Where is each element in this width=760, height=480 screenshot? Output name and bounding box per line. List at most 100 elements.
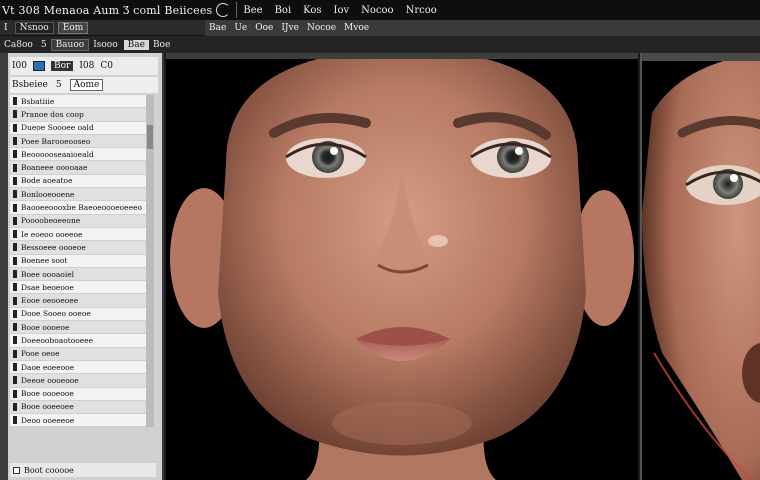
toolbar-button[interactable]: Bae [205, 23, 230, 33]
toolbar2-item[interactable]: Bae [123, 39, 149, 50]
list-item[interactable]: Boee oooaoiel [10, 267, 146, 282]
viewport-header [642, 53, 760, 61]
node-icon [13, 243, 17, 252]
toolbar2-item[interactable]: Bauoo [50, 38, 90, 51]
list-item[interactable]: Booe ooeeoee [10, 400, 146, 415]
secondary-viewport[interactable] [640, 53, 760, 480]
viewport-header [166, 53, 638, 59]
node-icon [13, 190, 17, 199]
toolbar2-item[interactable]: Boe [149, 40, 174, 50]
menu-item[interactable]: Boi [275, 5, 292, 16]
panel-header-item[interactable]: C0 [100, 61, 113, 71]
list-item[interactable]: Pranoe dos coop [10, 108, 146, 122]
footer-checkbox[interactable] [13, 466, 20, 474]
list-item-label: Booe ooeeoee [21, 402, 74, 412]
list-item[interactable]: Poooobeoeeone [10, 214, 146, 228]
divider [236, 2, 238, 18]
list-item-label: Pranoe dos coop [21, 109, 84, 119]
panel-header-item[interactable]: I08 [79, 61, 94, 71]
toolbar2-item[interactable]: 5 [37, 40, 51, 50]
node-icon [13, 176, 17, 185]
list-item-label: Ie eoeoo ooeeoe [21, 229, 83, 239]
toolbar-button[interactable]: IJve [277, 23, 303, 33]
node-icon [13, 137, 17, 146]
list-item[interactable]: Eooe oeooeoee [10, 294, 146, 308]
panel-header: I00 Bor I08 C0 [10, 57, 158, 75]
list-item[interactable]: Deeoe oooeooe [10, 374, 146, 388]
list-item[interactable]: Booe oooeoe [10, 321, 146, 335]
panel-filter-field[interactable]: Aome [69, 79, 104, 91]
list-item-label: Boaneee ooooaae [21, 163, 88, 173]
list-item-label: Deeoe oooeooe [21, 375, 79, 385]
list-item[interactable]: Ie eoeoo ooeeoe [10, 228, 146, 242]
title-bar: Vt 308 Menaoa Aum Ʒ coml Beiicees Bee Bo… [0, 0, 760, 20]
list-item[interactable]: Bonlooeooene [10, 188, 146, 202]
list-item[interactable]: Booe oooeooe [10, 388, 146, 401]
menu-item[interactable]: Kos [303, 5, 321, 16]
toolbar2-item[interactable]: Isooo [89, 40, 121, 50]
node-icon [13, 110, 17, 119]
panel-tool-strip [0, 53, 8, 480]
node-icon [13, 363, 17, 372]
list-item-label: Bode aoeatoe [21, 176, 73, 186]
menu-item[interactable]: Bee [243, 5, 262, 16]
list-item[interactable]: Deoo ooeeeoe [10, 414, 146, 427]
menu-item[interactable]: Nocoo [361, 5, 393, 16]
list-item-label: Doeeooboaotooeee [21, 335, 94, 345]
node-icon [13, 123, 17, 132]
list-item[interactable]: Dooe Sooeo ooeoe [10, 308, 146, 322]
node-icon [13, 97, 17, 106]
refresh-icon[interactable] [216, 3, 231, 17]
panel-sub-item[interactable]: 5 [56, 80, 62, 90]
toolbar-button[interactable]: Mvoe [340, 23, 373, 33]
node-icon [13, 296, 17, 305]
list-item-label: Dsae beoeooe [21, 282, 74, 292]
node-icon [13, 336, 17, 345]
panel-footer: Boot cooooe [10, 463, 156, 477]
list-item-label: Boenee soot [21, 256, 68, 266]
list-item[interactable]: Poee Barooeooseo [10, 134, 146, 149]
toolbar-button[interactable]: Nocoe [303, 23, 340, 33]
list-item-label: Boee oooaoiel [21, 269, 75, 279]
toolbar-right-group: Bae Ue Ooe IJve Nocoe Mvoe [205, 19, 760, 36]
toolbar-button[interactable]: Ue [230, 23, 251, 33]
toolbar2-item[interactable]: Ca8oo [0, 40, 37, 50]
list-item-label: Bonlooeooene [21, 189, 75, 199]
menu-bar: Bee Boi Kos Iov Nocoo Nrcoo [243, 5, 436, 16]
menu-item[interactable]: Nrcoo [406, 5, 437, 16]
outliner-list: Bsbatiiie Pranoe dos coop Dueoe Soooee oal… [10, 95, 146, 427]
list-item[interactable]: Beoooooseaaioeald [10, 148, 146, 162]
toolbar-button[interactable]: Eom [57, 21, 89, 34]
node-icon [13, 376, 17, 385]
list-item-label: Dueoe Soooee oald [21, 123, 94, 133]
list-item[interactable]: Doeeooboaotooeee [10, 334, 146, 348]
list-item[interactable]: Bessoeee oooeoe [10, 241, 146, 255]
toolbar-button[interactable]: I [0, 23, 12, 33]
list-item[interactable]: Dueoe Soooee oald [10, 122, 146, 135]
menu-item[interactable]: Iov [334, 5, 350, 16]
list-item[interactable]: Boaneee ooooaae [10, 161, 146, 175]
list-item[interactable]: Daoe eoeeooe [10, 361, 146, 375]
list-item-label: Booe oooeooe [21, 389, 74, 399]
list-item[interactable]: Pooe oeoe [10, 347, 146, 361]
panel-header-item[interactable]: I00 [12, 61, 27, 71]
panel-header-item[interactable]: Bor [51, 61, 74, 71]
list-item[interactable]: Boenee soot [10, 255, 146, 268]
node-icon [13, 203, 17, 212]
list-item-label: Daoe eoeeooe [21, 362, 75, 372]
toolbar-button[interactable]: Nsnoo [14, 21, 54, 34]
scrollbar-thumb[interactable] [147, 125, 153, 149]
toolbar-button[interactable]: Ooe [251, 23, 277, 33]
list-item-label: Poee Barooeooseo [21, 136, 91, 146]
main-viewport[interactable] [166, 53, 638, 480]
secondary-toolbar: Ca8oo 5 Bauoo Isooo Bae Boe [0, 36, 760, 53]
list-item[interactable]: Dsae beoeooe [10, 281, 146, 295]
list-item[interactable]: Baooeeoooxbe Baeoeoooeoeeeo [10, 201, 146, 215]
node-icon [13, 416, 17, 425]
view-icon[interactable] [33, 61, 46, 71]
outliner-scrollbar[interactable] [146, 95, 154, 427]
node-icon [13, 323, 17, 332]
node-icon [13, 309, 17, 318]
list-item[interactable]: Bode aoeatoe [10, 175, 146, 189]
list-item[interactable]: Bsbatiiie [10, 95, 146, 109]
